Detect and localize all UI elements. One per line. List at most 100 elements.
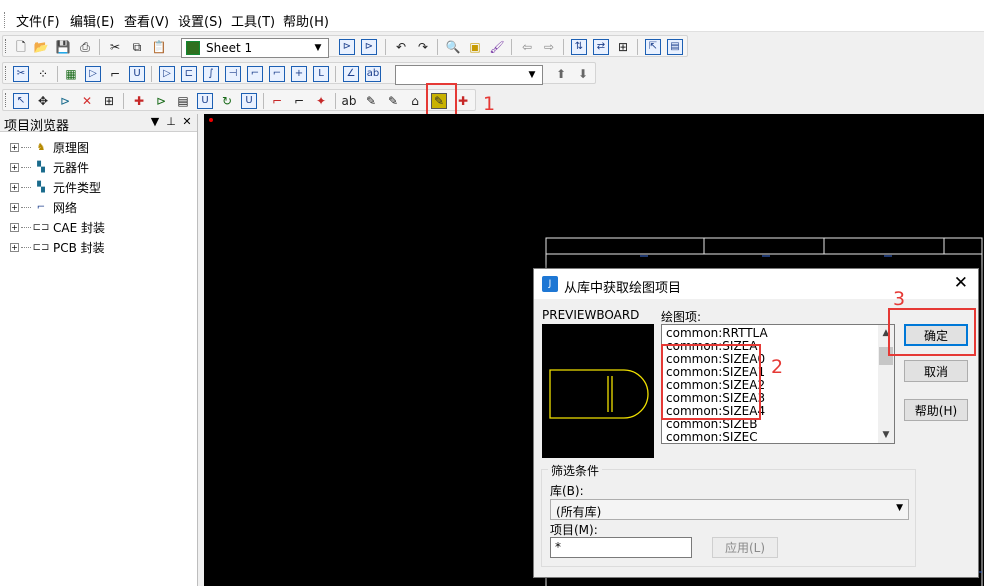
ref-des-icon[interactable]: U	[129, 66, 145, 82]
move-down-icon[interactable]: ⬇	[575, 66, 591, 82]
delete-icon[interactable]: ✕	[79, 93, 95, 109]
add-component-icon[interactable]: ✚	[131, 93, 147, 109]
add-field-icon[interactable]: ✚	[455, 93, 471, 109]
draw-line-icon[interactable]: ∠	[343, 66, 359, 82]
create-line-icon[interactable]: ✎	[363, 93, 379, 109]
expand-icon[interactable]: +	[10, 162, 19, 172]
add-bus-entry-icon[interactable]: ⌐	[291, 93, 307, 109]
text-icon[interactable]: ab	[365, 66, 381, 82]
pin-icon[interactable]: ⊥	[164, 115, 178, 128]
sheet-select-value: Sheet 1	[206, 41, 253, 55]
help-button[interactable]: 帮助(H)	[904, 399, 968, 421]
brush-icon[interactable]: 🖌	[489, 39, 505, 55]
filter-select-icon[interactable]: ✂	[13, 66, 29, 82]
chevron-down-icon[interactable]: ▼	[310, 39, 326, 57]
add-text-icon[interactable]: ab	[341, 93, 357, 109]
wire-icon[interactable]: ⌐	[269, 66, 285, 82]
expand-icon[interactable]: +	[10, 242, 19, 252]
cancel-button[interactable]: 取消	[904, 360, 968, 382]
cut-icon[interactable]: ✂	[107, 39, 123, 55]
new-file-icon[interactable]: 🗋	[13, 39, 29, 55]
bus-icon[interactable]: ⌐	[247, 66, 263, 82]
menu-help[interactable]: 帮助(H)	[281, 11, 331, 30]
add-bus-icon[interactable]: ▤	[175, 93, 191, 109]
pointer-icon[interactable]: ↖	[13, 93, 29, 109]
close-icon[interactable]: ✕	[180, 115, 194, 128]
scroll-down-icon[interactable]: ▼	[878, 427, 894, 443]
pin-select-icon[interactable]: ⁘	[35, 66, 51, 82]
menu-tools[interactable]: 工具(T)	[229, 11, 277, 30]
nav-back-icon[interactable]: ⇦	[519, 39, 535, 55]
close-icon[interactable]: ✕	[954, 273, 968, 293]
undo-icon[interactable]: ↶	[393, 39, 409, 55]
properties-icon[interactable]: ⊞	[615, 39, 631, 55]
separator	[335, 93, 336, 109]
copy-graphics-icon[interactable]: ✎	[385, 93, 401, 109]
add-connection-icon[interactable]: ⊳	[153, 93, 169, 109]
apply-button[interactable]: 应用(L)	[712, 537, 778, 558]
part-type-icon: ▚	[37, 181, 45, 193]
wire-mode-icon[interactable]: ⇱	[645, 39, 661, 55]
paste-icon[interactable]: 📋	[151, 39, 167, 55]
expand-icon[interactable]: +	[10, 202, 19, 212]
move-icon[interactable]: ✥	[35, 93, 51, 109]
list-label: 绘图项:	[661, 310, 702, 324]
select-filter-icon[interactable]: ⊳	[339, 39, 355, 55]
menu-view[interactable]: 查看(V)	[122, 11, 171, 30]
list-item[interactable]: common:SIZEC	[666, 431, 758, 444]
chevron-down-icon[interactable]: ▼	[524, 66, 540, 84]
redo-icon[interactable]: ↷	[415, 39, 431, 55]
properties-icon[interactable]: ⊞	[101, 93, 117, 109]
port-icon[interactable]: ⊏	[181, 66, 197, 82]
tree-item-label: 网络	[53, 200, 78, 215]
tree-item-nets[interactable]: + ⌐ 网络	[10, 198, 77, 216]
add-part-icon[interactable]: ▦	[63, 66, 79, 82]
swap-gate-icon[interactable]: U	[197, 93, 213, 109]
print-icon[interactable]: ⎙	[77, 39, 93, 55]
expand-icon[interactable]: +	[10, 222, 19, 232]
tree-item-pcb-decals[interactable]: + ⊏⊐ PCB 封装	[10, 238, 105, 256]
move-up-icon[interactable]: ⬆	[553, 66, 569, 82]
separator	[637, 39, 638, 55]
zoom-icon[interactable]: 🔍	[445, 39, 461, 55]
auto-rename-icon[interactable]: U	[241, 93, 257, 109]
tree-item-cae-decals[interactable]: + ⊏⊐ CAE 封装	[10, 218, 105, 236]
library-select[interactable]: (所有库) ▼	[550, 499, 909, 520]
copy-icon[interactable]: ⧉	[129, 39, 145, 55]
item-filter-input[interactable]: *	[550, 537, 692, 558]
chevron-down-icon[interactable]: ▼	[896, 503, 903, 513]
sync-router-icon[interactable]: ⇄	[593, 39, 609, 55]
label-icon[interactable]: L	[313, 66, 329, 82]
menu-edit[interactable]: 编辑(E)	[68, 11, 116, 30]
open-folder-icon[interactable]: 📂	[33, 39, 49, 55]
sheet-select[interactable]: Sheet 1 ▼	[181, 38, 329, 58]
power-icon[interactable]: ⊣	[225, 66, 241, 82]
tree-item-label: CAE 封装	[53, 220, 105, 235]
menu-setup[interactable]: 设置(S)	[176, 11, 224, 30]
sync-pcb-icon[interactable]: ⇅	[571, 39, 587, 55]
rotate-icon[interactable]: ⊳	[57, 93, 73, 109]
window-icon[interactable]: ▤	[667, 39, 683, 55]
tree-item-schematic[interactable]: + ♞ 原理图	[10, 138, 89, 156]
gate-icon[interactable]: ▷	[85, 66, 101, 82]
bus-entry-icon[interactable]: ∫	[203, 66, 219, 82]
add-wire-icon[interactable]: ⌐	[269, 93, 285, 109]
expand-icon[interactable]: +	[10, 142, 19, 152]
dropdown-icon[interactable]: ▼	[148, 115, 162, 128]
component-icon[interactable]: ▣	[467, 39, 483, 55]
expand-icon[interactable]: +	[10, 182, 19, 192]
tree-item-components[interactable]: + ▚ 元器件	[10, 158, 89, 176]
swap-pin-icon[interactable]: ↻	[219, 93, 235, 109]
save-to-library-icon[interactable]: ⌂	[407, 93, 423, 109]
schematic-icon: ♞	[36, 141, 46, 153]
save-icon[interactable]: 💾	[55, 39, 71, 55]
nav-forward-icon[interactable]: ⇨	[541, 39, 557, 55]
menu-file[interactable]: 文件(F)	[14, 11, 62, 30]
tree-item-part-types[interactable]: + ▚ 元件类型	[10, 178, 101, 196]
layer-select[interactable]: ▼	[395, 65, 543, 85]
wire-connect-icon[interactable]: ⌐	[107, 66, 123, 82]
off-page-icon[interactable]: ▷	[159, 66, 175, 82]
junction-icon[interactable]: +	[291, 66, 307, 82]
select-filter-design-icon[interactable]: ⊳	[361, 39, 377, 55]
add-junction-icon[interactable]: ✦	[313, 93, 329, 109]
